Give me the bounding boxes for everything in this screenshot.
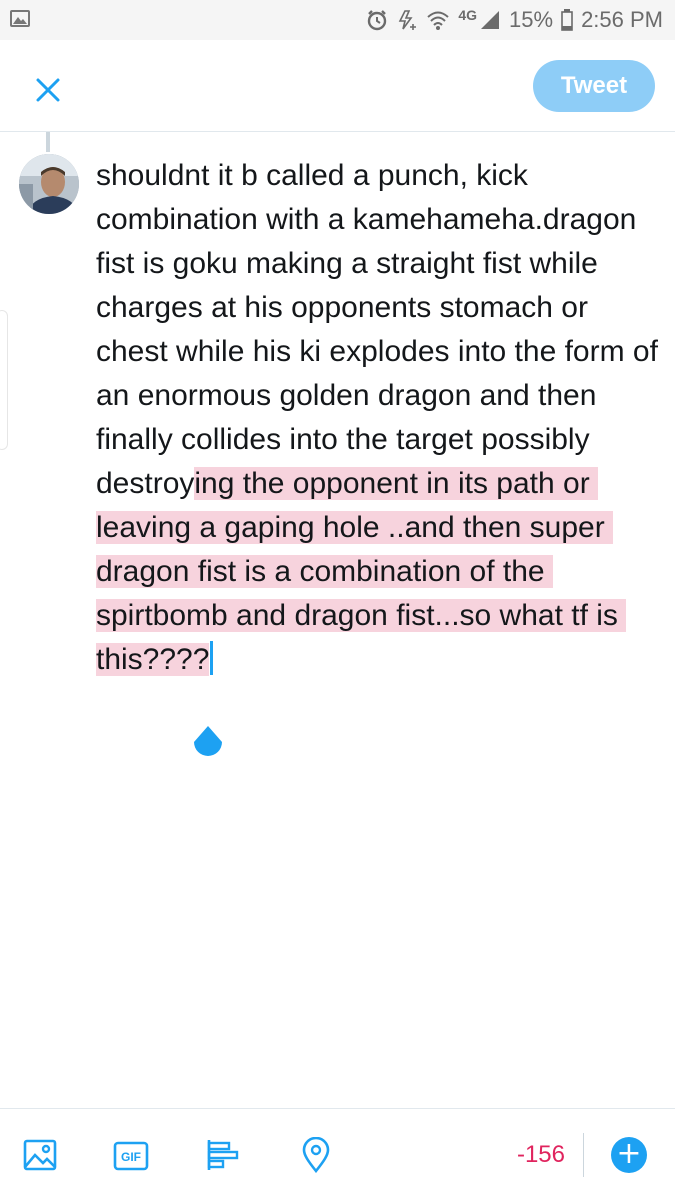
poll-icon — [207, 1140, 239, 1170]
battery-percent: 15% — [509, 7, 554, 32]
close-button[interactable] — [28, 70, 68, 110]
location-icon — [302, 1136, 330, 1174]
status-bar: 4G 15% 2:56 PM — [0, 0, 675, 40]
edge-panel-handle[interactable] — [0, 310, 8, 450]
battery-icon — [561, 9, 573, 31]
close-icon — [36, 78, 60, 102]
compose-header: Tweet — [0, 40, 675, 132]
wifi-icon — [427, 11, 449, 30]
compose-toolbar: GIF -156 + — [0, 1108, 675, 1200]
gif-label: GIF — [121, 1150, 141, 1164]
add-tweet-button[interactable]: + — [611, 1137, 647, 1173]
add-poll-button[interactable] — [205, 1137, 241, 1173]
add-photo-button[interactable] — [22, 1137, 58, 1173]
text-cursor — [210, 641, 214, 675]
image-icon — [23, 1139, 57, 1171]
network-type: 4G — [458, 7, 478, 23]
add-gif-button[interactable]: GIF — [113, 1137, 149, 1173]
signal-icon — [481, 11, 500, 29]
data-saver-icon — [399, 10, 417, 30]
tweet-text-input[interactable]: shouldnt it b called a punch, kick combi… — [96, 154, 661, 682]
clock: 2:56 PM — [581, 7, 663, 32]
alarm-icon — [368, 10, 387, 31]
selection-handle[interactable] — [192, 726, 224, 762]
character-counter: -156 — [516, 1141, 565, 1168]
avatar — [19, 154, 79, 214]
add-location-button[interactable] — [298, 1136, 334, 1174]
reply-thread-line — [46, 132, 50, 152]
gallery-icon — [10, 10, 30, 27]
add-label: + — [616, 1136, 642, 1171]
compose-text-plain: shouldnt it b called a punch, kick combi… — [96, 159, 667, 500]
tweet-button[interactable]: Tweet — [533, 60, 655, 112]
toolbar-divider — [583, 1133, 584, 1177]
status-icons: 4G 15% 2:56 PM — [366, 0, 663, 40]
gif-icon: GIF — [113, 1141, 149, 1171]
